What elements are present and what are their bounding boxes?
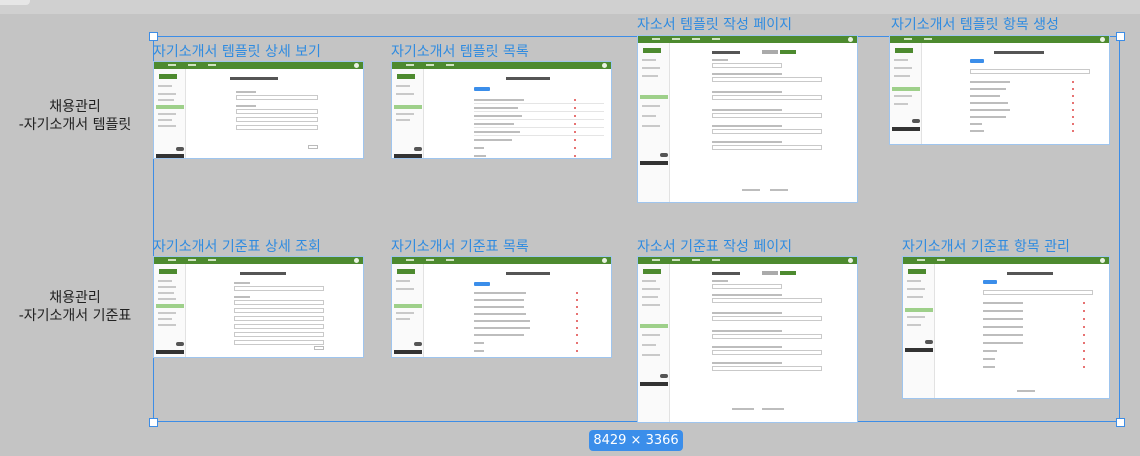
frame-title-template-detail[interactable]: 자기소개서 템플릿 상세 보기 — [153, 41, 321, 61]
frame-title-criteria-detail[interactable]: 자기소개서 기준표 상세 조회 — [153, 236, 321, 256]
frame-title-template-list[interactable]: 자기소개서 템플릿 목록 — [391, 41, 529, 61]
thumb-sidebar — [154, 69, 186, 158]
row-label-criteria: 채용관리 -자기소개서 기준표 — [0, 289, 150, 325]
dimension-badge: 8429 × 3366 — [589, 430, 683, 451]
thumb-nav — [154, 62, 363, 69]
row-label-criteria-line2: -자기소개서 기준표 — [18, 308, 132, 324]
thumbnail-template-write[interactable] — [637, 35, 858, 203]
canvas-top-bar — [0, 0, 1140, 14]
frame-title-criteria-item-manage[interactable]: 자기소개서 기준표 항목 관리 — [902, 236, 1070, 256]
thumbnail-template-list[interactable] — [391, 61, 612, 159]
thumbnail-criteria-detail[interactable] — [153, 256, 364, 358]
thumbnail-template-detail[interactable] — [153, 61, 364, 159]
thumbnail-template-item-create[interactable] — [889, 35, 1110, 145]
frame-title-criteria-list[interactable]: 자기소개서 기준표 목록 — [391, 236, 529, 256]
frame-title-template-item-create[interactable]: 자기소개서 템플릿 항목 생성 — [891, 14, 1059, 34]
row-label-template-line1: 채용관리 — [49, 99, 101, 115]
row-label-template: 채용관리 -자기소개서 템플릿 — [0, 98, 150, 134]
thumbnail-criteria-list[interactable] — [391, 256, 612, 358]
row-label-template-line2: -자기소개서 템플릿 — [18, 117, 132, 133]
frame-title-template-write[interactable]: 자소서 템플릿 작성 페이지 — [637, 14, 792, 34]
resize-handle-bottom-right[interactable] — [1116, 418, 1125, 427]
thumbnail-criteria-item-manage[interactable] — [902, 256, 1110, 399]
row-label-criteria-line1: 채용관리 — [49, 290, 101, 306]
resize-handle-top-right[interactable] — [1116, 32, 1125, 41]
thumbnail-criteria-write[interactable] — [637, 256, 858, 423]
frame-title-criteria-write[interactable]: 자소서 기준표 작성 페이지 — [637, 236, 792, 256]
resize-handle-bottom-left[interactable] — [149, 418, 158, 427]
resize-handle-top-left[interactable] — [149, 32, 158, 41]
canvas-tab[interactable] — [0, 0, 30, 5]
